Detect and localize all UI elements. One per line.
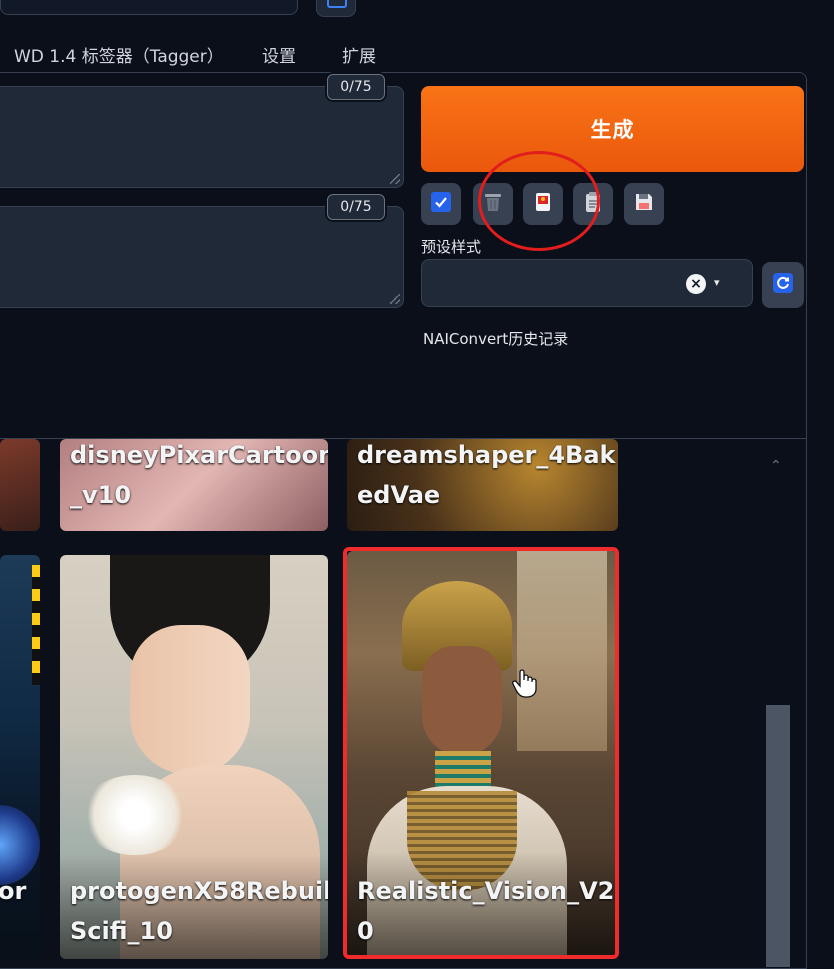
styles-label: 预设样式 — [421, 238, 482, 256]
negative-token-counter: 0/75 — [327, 194, 385, 220]
tab-extensions[interactable]: 扩展 — [342, 42, 376, 67]
positive-token-counter: 0/75 — [327, 74, 385, 100]
clipboard-button[interactable] — [573, 183, 613, 225]
gallery-scrollbar[interactable] — [766, 705, 790, 967]
tab-tagger[interactable]: WD 1.4 标签器（Tagger） — [14, 42, 224, 67]
chevron-down-icon[interactable]: ▾ — [714, 276, 720, 289]
model-card[interactable]: disneyPixarCartoon _v10 — [60, 439, 328, 531]
generate-button[interactable]: 生成 — [421, 86, 804, 172]
check-button[interactable] — [421, 183, 461, 225]
model-card[interactable]: Realistic_Vision_V2. 0 — [347, 551, 618, 959]
image-icon — [533, 191, 553, 217]
model-card-label: Realistic_Vision_V2. 0 — [357, 877, 618, 945]
trash-button[interactable] — [473, 183, 513, 225]
model-card-label: or — [0, 877, 27, 905]
save-icon — [634, 192, 654, 216]
model-card-label: dreamshaper_4Bak edVae — [357, 441, 616, 509]
model-card-label: protogenX58Rebuilt Scifi_10 — [70, 877, 328, 945]
naiconvert-history-label: NAIConvert历史记录 — [423, 330, 569, 348]
model-card-partial[interactable] — [0, 439, 40, 531]
model-card-label: disneyPixarCartoon _v10 — [70, 441, 328, 509]
trash-icon — [483, 191, 503, 217]
top-button-fragment[interactable] — [316, 0, 356, 17]
clipboard-icon — [583, 191, 603, 217]
save-style-button[interactable] — [624, 183, 664, 225]
hand-cursor-icon — [512, 668, 538, 702]
clear-styles-icon[interactable]: × — [686, 274, 706, 294]
model-card[interactable]: dreamshaper_4Bak edVae — [347, 439, 618, 531]
check-icon — [430, 191, 452, 217]
positive-prompt-input[interactable] — [0, 86, 404, 188]
model-card[interactable]: protogenX58Rebuilt Scifi_10 — [60, 555, 328, 959]
model-gallery: disneyPixarCartoon _v10 dreamshaper_4Bak… — [0, 438, 806, 968]
scroll-up-icon[interactable]: ⌃ — [770, 458, 782, 474]
model-card[interactable]: or — [0, 555, 40, 959]
refresh-styles-button[interactable] — [762, 262, 804, 308]
tab-settings[interactable]: 设置 — [262, 42, 296, 67]
apply-style-button[interactable] — [523, 183, 563, 225]
negative-prompt-input[interactable] — [0, 206, 404, 308]
top-input-fragment — [0, 0, 298, 15]
refresh-icon — [772, 272, 794, 298]
